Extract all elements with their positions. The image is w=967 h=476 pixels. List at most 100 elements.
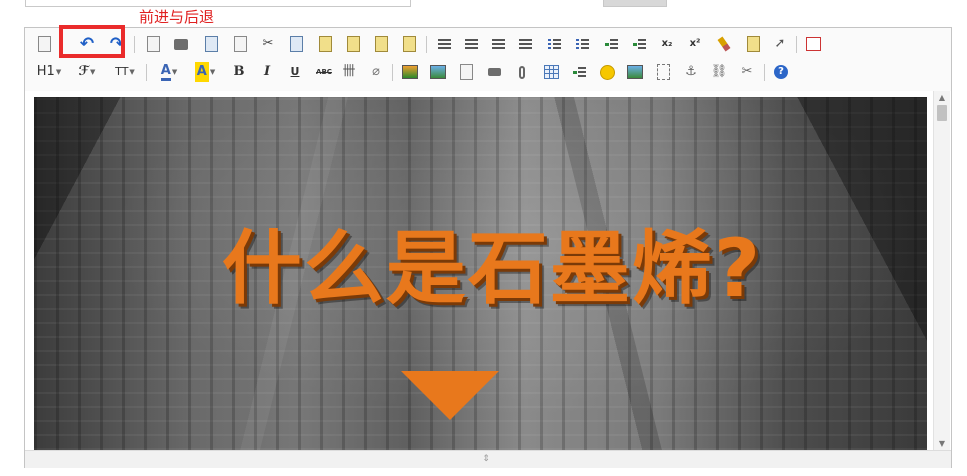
cut-button[interactable]: ✂ — [258, 34, 278, 54]
brush-icon — [717, 36, 731, 52]
bold-button[interactable]: B — [229, 62, 249, 82]
editor-content[interactable]: 什么是石墨烯? ▲ ▼ — [25, 91, 951, 450]
clear-format-button[interactable] — [743, 34, 763, 54]
toolbar-separator — [796, 36, 797, 53]
font-size-dropdown[interactable]: TT ▼ — [111, 62, 139, 82]
toolbar-separator — [146, 64, 147, 81]
heading-label: H1 — [36, 64, 55, 79]
background-color-dropdown[interactable]: A ▼ — [191, 62, 219, 82]
vertical-scrollbar[interactable]: ▲ ▼ — [933, 91, 950, 450]
outdent-button[interactable] — [629, 34, 649, 54]
fullscreen-button[interactable] — [803, 34, 823, 54]
align-right-button[interactable] — [488, 34, 508, 54]
font-family-dropdown[interactable]: ℱ ▼ — [73, 62, 101, 82]
toolbar-separator — [392, 64, 393, 81]
link-button[interactable]: ⛓ — [709, 62, 729, 82]
paste-word-button[interactable] — [371, 34, 391, 54]
paste-icon — [318, 36, 332, 52]
paperclip-icon — [519, 65, 525, 79]
unordered-list-icon — [575, 38, 589, 50]
source-icon — [37, 36, 51, 52]
paste-text-button[interactable] — [343, 34, 363, 54]
toolbar-separator — [426, 36, 427, 53]
insert-image-button[interactable] — [400, 62, 420, 82]
toolbar-separator — [764, 64, 765, 81]
heading-dropdown[interactable]: H1 ▼ — [35, 62, 63, 82]
table-border-button[interactable]: 卌 — [339, 62, 359, 82]
subscript-button[interactable]: x₂ — [657, 34, 677, 54]
source-code-button[interactable] — [34, 34, 54, 54]
paste-button[interactable] — [315, 34, 335, 54]
top-input-field[interactable] — [25, 0, 411, 7]
paste-excel-button[interactable] — [399, 34, 419, 54]
copy-button[interactable] — [286, 34, 306, 54]
page-break-button[interactable] — [653, 62, 673, 82]
scroll-up-icon[interactable]: ▲ — [934, 91, 950, 104]
help-button[interactable]: ? — [771, 62, 791, 82]
preview-button[interactable] — [143, 34, 163, 54]
print-button[interactable] — [171, 34, 191, 54]
align-center-icon — [464, 38, 478, 50]
insert-attachment-button[interactable] — [512, 62, 532, 82]
chevron-down-icon: ▼ — [55, 68, 62, 76]
chevron-down-icon: ▼ — [90, 68, 96, 76]
anchor-button[interactable]: ⚓ — [681, 62, 701, 82]
template-button[interactable] — [201, 34, 221, 54]
outdent-icon — [632, 38, 646, 50]
strikethrough-button[interactable]: ABC — [313, 62, 335, 82]
superscript-button[interactable]: x² — [685, 34, 705, 54]
table-border-icon: 卌 — [342, 64, 356, 79]
anchor-icon: ⚓ — [685, 64, 697, 79]
align-left-button[interactable] — [434, 34, 454, 54]
justify-button[interactable] — [515, 34, 535, 54]
image-headline: 什么是石墨烯? — [221, 222, 763, 315]
resize-handle-icon[interactable]: ⇕ — [478, 454, 494, 465]
editor-toolbar: ↶ ↷ ✂ x₂ x² ➚ H1 ▼ ℱ ▼ TT ▼ A ▼ A ▼ B I … — [25, 28, 951, 92]
unordered-list-button[interactable] — [572, 34, 592, 54]
justify-icon — [518, 38, 532, 50]
chevron-down-icon: ▼ — [171, 68, 178, 76]
unlink-button[interactable]: ✂ — [737, 62, 757, 82]
emoticon-button[interactable] — [597, 62, 617, 82]
table-icon — [543, 65, 559, 79]
underline-icon: U — [290, 65, 300, 78]
font-color-dropdown[interactable]: A ▼ — [155, 62, 183, 82]
down-arrow-icon — [401, 371, 499, 420]
chevron-down-icon: ▼ — [129, 68, 135, 76]
code-button[interactable] — [230, 34, 250, 54]
scroll-down-icon[interactable]: ▼ — [934, 437, 950, 450]
template-icon — [204, 36, 218, 52]
content-image[interactable]: 什么是石墨烯? — [34, 97, 927, 450]
image-icon — [402, 65, 418, 79]
font-color-icon: A — [160, 63, 171, 81]
scroll-thumb[interactable] — [937, 105, 947, 121]
underline-button[interactable]: U — [285, 62, 305, 82]
indent-icon — [604, 38, 618, 50]
toolbar-row-2: H1 ▼ ℱ ▼ TT ▼ A ▼ A ▼ B I U ABC 卌 ⌀ ⚓ ⛓ ✂ — [25, 60, 951, 86]
align-center-button[interactable] — [461, 34, 481, 54]
ordered-list-button[interactable] — [544, 34, 564, 54]
insert-flash-button[interactable] — [456, 62, 476, 82]
insert-video-button[interactable] — [484, 62, 504, 82]
indent-button[interactable] — [601, 34, 621, 54]
align-left-icon — [437, 38, 451, 50]
italic-icon: I — [263, 64, 271, 79]
toolbar-separator — [134, 36, 135, 53]
flash-icon — [459, 64, 473, 80]
select-all-button[interactable]: ➚ — [770, 34, 790, 54]
preview-icon — [146, 36, 160, 52]
ordered-list-icon — [547, 38, 561, 50]
insert-media-button[interactable] — [625, 62, 645, 82]
eraser-button[interactable]: ⌀ — [366, 62, 386, 82]
top-thumbnail — [603, 0, 667, 7]
italic-button[interactable]: I — [257, 62, 277, 82]
insert-multi-image-button[interactable] — [428, 62, 448, 82]
unlink-icon: ✂ — [741, 64, 753, 79]
insert-row-button[interactable] — [569, 62, 589, 82]
toolbar-row-1: ↶ ↷ ✂ x₂ x² ➚ — [25, 32, 951, 58]
media-icon — [627, 65, 643, 79]
insert-table-button[interactable] — [541, 62, 561, 82]
font-size-icon: TT — [115, 65, 129, 78]
insert-row-icon — [572, 66, 586, 78]
format-painter-button[interactable] — [714, 34, 734, 54]
